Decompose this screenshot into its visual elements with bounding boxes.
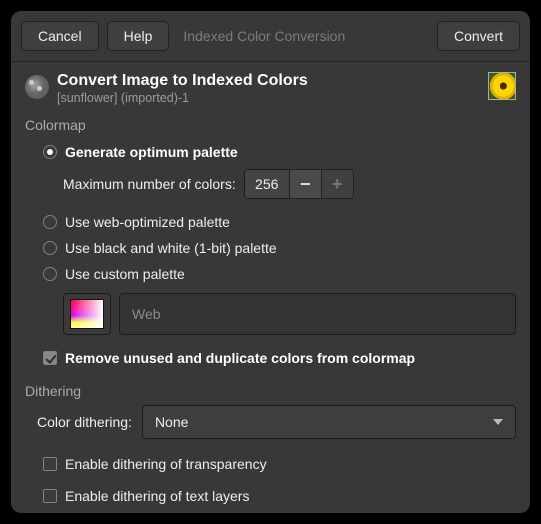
max-colors-row: Maximum number of colors: − + <box>43 169 516 199</box>
radio-label: Use custom palette <box>65 266 185 282</box>
chevron-down-icon <box>493 419 503 425</box>
dialog-subtitle: [sunflower] (imported)-1 <box>57 91 480 105</box>
cancel-button[interactable]: Cancel <box>21 21 99 51</box>
image-thumbnail <box>488 72 516 100</box>
dialog-window: Cancel Help Indexed Color Conversion Con… <box>11 11 530 513</box>
checkbox-remove-unused[interactable]: Remove unused and duplicate colors from … <box>43 345 516 371</box>
spinner-increment[interactable]: + <box>322 169 354 199</box>
radio-bw-palette[interactable]: Use black and white (1-bit) palette <box>43 235 516 261</box>
radio-generate-optimum[interactable]: Generate optimum palette <box>43 139 516 165</box>
radio-icon <box>43 145 57 159</box>
colormap-section-label: Colormap <box>25 117 516 133</box>
checkbox-dither-text-layers[interactable]: Enable dithering of text layers <box>43 483 516 509</box>
max-colors-spinner: − + <box>244 169 354 199</box>
radio-icon <box>43 241 57 255</box>
toolbar-title: Indexed Color Conversion <box>177 28 429 44</box>
dialog-title: Convert Image to Indexed Colors <box>57 72 480 90</box>
radio-web-optimized[interactable]: Use web-optimized palette <box>43 209 516 235</box>
dialog-header: Convert Image to Indexed Colors [sunflow… <box>25 72 516 105</box>
checkbox-icon <box>43 489 57 503</box>
color-dithering-row: Color dithering: None <box>37 405 516 439</box>
checkbox-icon <box>43 351 57 365</box>
palette-swatch-icon <box>70 299 104 329</box>
select-value: None <box>155 414 188 430</box>
radio-icon <box>43 215 57 229</box>
custom-palette-row: Web <box>63 293 516 335</box>
dialog-content: Convert Image to Indexed Colors [sunflow… <box>11 62 530 513</box>
mode-icon <box>25 75 49 99</box>
palette-swatch-button[interactable] <box>63 293 111 335</box>
radio-custom-palette[interactable]: Use custom palette <box>43 261 516 287</box>
toolbar: Cancel Help Indexed Color Conversion Con… <box>11 11 530 62</box>
colormap-group: Generate optimum palette Maximum number … <box>25 139 516 371</box>
checkbox-dither-transparency[interactable]: Enable dithering of transparency <box>43 451 516 477</box>
radio-label: Use web-optimized palette <box>65 214 230 230</box>
checkbox-icon <box>43 457 57 471</box>
checkbox-label: Enable dithering of transparency <box>65 456 267 472</box>
color-dithering-select[interactable]: None <box>142 405 516 439</box>
dithering-checks: Enable dithering of transparency Enable … <box>25 451 516 509</box>
radio-label: Use black and white (1-bit) palette <box>65 240 277 256</box>
help-button[interactable]: Help <box>107 21 170 51</box>
max-colors-label: Maximum number of colors: <box>63 176 236 192</box>
checkbox-label: Remove unused and duplicate colors from … <box>65 350 415 366</box>
max-colors-input[interactable] <box>244 169 290 199</box>
radio-icon <box>43 267 57 281</box>
checkbox-label: Enable dithering of text layers <box>65 488 249 504</box>
color-dithering-label: Color dithering: <box>37 414 132 430</box>
spinner-decrement[interactable]: − <box>290 169 322 199</box>
palette-name-field[interactable]: Web <box>119 293 516 335</box>
convert-button[interactable]: Convert <box>437 21 520 51</box>
radio-label: Generate optimum palette <box>65 144 238 160</box>
dithering-section-label: Dithering <box>25 383 516 399</box>
